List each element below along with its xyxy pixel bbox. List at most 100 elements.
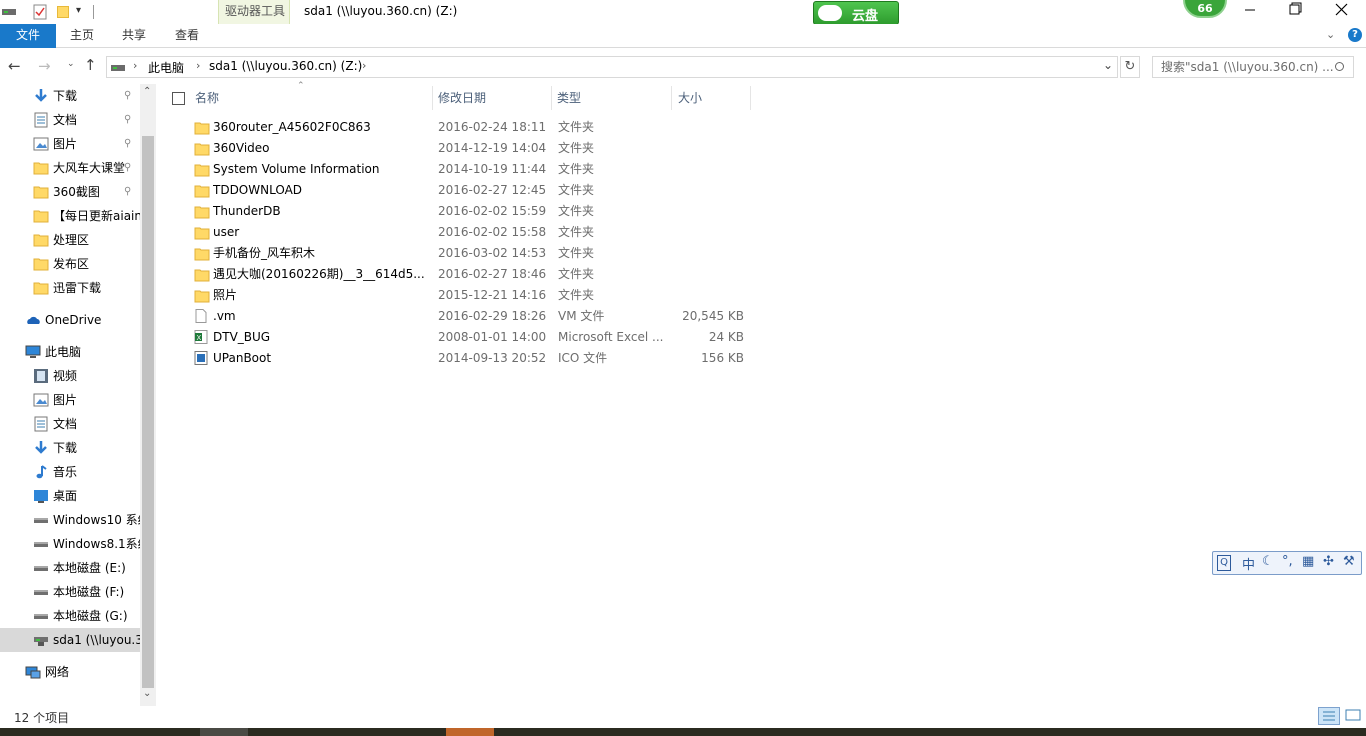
nav-item[interactable]: 【每日更新aiain bbox=[0, 204, 140, 228]
nav-item[interactable]: 360截图 ⚲ bbox=[0, 180, 140, 204]
new-folder-icon[interactable] bbox=[57, 6, 69, 18]
file-row[interactable]: user 2016-02-02 15:58 文件夹 bbox=[190, 222, 760, 243]
file-row[interactable]: 遇见大咖(20160226期)__3__614d5... 2016-02-27 1… bbox=[190, 264, 760, 285]
ribbon-expand-icon[interactable]: ⌄ bbox=[1326, 28, 1335, 41]
details-view-button[interactable] bbox=[1318, 707, 1340, 725]
help-icon[interactable]: ? bbox=[1348, 28, 1362, 42]
file-name: 手机备份_风车积木 bbox=[213, 246, 316, 260]
nav-item[interactable]: Windows10 系统 bbox=[0, 508, 140, 532]
address-bar[interactable]: › 此电脑 › sda1 (\\luyou.360.cn) (Z:) › ⌄ bbox=[106, 56, 1118, 78]
address-dropdown-icon[interactable]: ⌄ bbox=[1103, 58, 1113, 72]
column-header-type[interactable]: 类型 bbox=[557, 84, 581, 112]
file-row[interactable]: .vm 2016-02-29 18:26 VM 文件 20,545 KB bbox=[190, 306, 760, 327]
up-button[interactable]: ↑ bbox=[84, 56, 102, 76]
nav-item[interactable]: 大风车大课堂 ⚲ bbox=[0, 156, 140, 180]
scroll-up-icon[interactable]: ⌃ bbox=[143, 86, 151, 97]
nav-item[interactable]: 发布区 bbox=[0, 252, 140, 276]
tab-home[interactable]: 主页 bbox=[60, 24, 104, 48]
nav-item[interactable]: 本地磁盘 (G:) bbox=[0, 604, 140, 628]
nav-item[interactable]: 图片 bbox=[0, 388, 140, 412]
tools-icon[interactable]: ✣ bbox=[1323, 554, 1334, 569]
select-all-checkbox[interactable] bbox=[172, 92, 185, 105]
search-input[interactable]: 搜索"sda1 (\\luyou.360.cn) ... bbox=[1152, 56, 1354, 78]
file-row[interactable]: 360Video 2014-12-19 14:04 文件夹 bbox=[190, 138, 760, 159]
breadcrumb-sda1[interactable]: sda1 (\\luyou.360.cn) (Z:) bbox=[209, 59, 362, 73]
cloud-disk-button[interactable]: 云盘 bbox=[813, 1, 899, 25]
column-divider[interactable] bbox=[671, 86, 672, 110]
file-row[interactable]: 手机备份_风车积木 2016-03-02 14:53 文件夹 bbox=[190, 243, 760, 264]
nav-item[interactable]: 本地磁盘 (F:) bbox=[0, 580, 140, 604]
nav-item[interactable]: 音乐 bbox=[0, 460, 140, 484]
recent-locations-icon[interactable]: ⌄ bbox=[67, 59, 75, 69]
nav-item[interactable]: 文档 ⚲ bbox=[0, 108, 140, 132]
refresh-button[interactable]: ↻ bbox=[1120, 56, 1140, 78]
chevron-right-icon[interactable]: › bbox=[133, 59, 137, 72]
nav-scrollbar[interactable]: ⌃ ⌄ bbox=[140, 84, 156, 706]
minimize-button[interactable] bbox=[1228, 0, 1272, 24]
maximize-button[interactable] bbox=[1272, 0, 1318, 24]
nav-item[interactable]: 本地磁盘 (E:) bbox=[0, 556, 140, 580]
quick-access-dropdown-icon[interactable]: ▾ bbox=[76, 5, 81, 16]
breadcrumb-this-pc[interactable]: 此电脑 bbox=[148, 59, 184, 76]
nav-scroll-thumb[interactable] bbox=[142, 136, 154, 688]
file-type: 文件夹 bbox=[558, 120, 595, 134]
nav-item[interactable]: 文档 bbox=[0, 412, 140, 436]
ime-toolbar[interactable]: Q 中 ☾ °, ▦ ✣ ⚒ bbox=[1212, 551, 1362, 575]
file-row[interactable]: UPanBoot 2014-09-13 20:52 ICO 文件 156 KB bbox=[190, 348, 760, 369]
nav-item[interactable]: 处理区 bbox=[0, 228, 140, 252]
properties-icon[interactable] bbox=[33, 4, 47, 20]
column-divider[interactable] bbox=[432, 86, 433, 110]
notification-badge[interactable]: 66 bbox=[1183, 0, 1227, 18]
pin-icon[interactable]: ⚲ bbox=[124, 156, 131, 180]
column-header-date[interactable]: 修改日期 bbox=[438, 84, 486, 112]
file-row[interactable]: X DTV_BUG 2008-01-01 14:00 Microsoft Excel … bbox=[190, 327, 760, 348]
column-header-size[interactable]: 大小 bbox=[678, 84, 702, 112]
file-name: ThunderDB bbox=[213, 204, 281, 218]
close-button[interactable] bbox=[1318, 0, 1366, 24]
folder-icon bbox=[194, 267, 210, 283]
column-divider[interactable] bbox=[750, 86, 751, 110]
chevron-right-icon[interactable]: › bbox=[196, 59, 200, 72]
pin-icon[interactable]: ⚲ bbox=[124, 180, 131, 204]
nav-item[interactable]: 桌面 bbox=[0, 484, 140, 508]
nav-item[interactable]: 迅雷下载 bbox=[0, 276, 140, 300]
nav-item[interactable]: OneDrive bbox=[0, 308, 140, 332]
ime-logo-icon[interactable]: Q bbox=[1217, 555, 1231, 571]
forward-button[interactable]: → bbox=[38, 57, 60, 77]
nav-item[interactable]: 图片 ⚲ bbox=[0, 132, 140, 156]
address-row: ← → ⌄ ↑ › 此电脑 › sda1 (\\luyou.360.cn) (Z… bbox=[0, 52, 1366, 82]
nav-item[interactable]: 下载 ⚲ bbox=[0, 84, 140, 108]
tab-file[interactable]: 文件 bbox=[0, 24, 56, 48]
punctuation-icon[interactable]: °, bbox=[1282, 554, 1293, 569]
nav-item[interactable]: 此电脑 bbox=[0, 340, 140, 364]
scroll-down-icon[interactable]: ⌄ bbox=[143, 688, 151, 699]
pin-icon[interactable]: ⚲ bbox=[124, 108, 131, 132]
file-row[interactable]: System Volume Information 2014-10-19 11:4… bbox=[190, 159, 760, 180]
pin-icon[interactable]: ⚲ bbox=[124, 84, 131, 108]
taskbar-item[interactable] bbox=[446, 728, 494, 736]
nav-item[interactable]: 下载 bbox=[0, 436, 140, 460]
file-row[interactable]: ThunderDB 2016-02-02 15:59 文件夹 bbox=[190, 201, 760, 222]
pin-icon[interactable]: ⚲ bbox=[124, 132, 131, 156]
moon-icon[interactable]: ☾ bbox=[1262, 554, 1274, 569]
column-header-name[interactable]: 名称 bbox=[195, 84, 219, 112]
back-button[interactable]: ← bbox=[8, 57, 30, 77]
column-divider[interactable] bbox=[551, 86, 552, 110]
large-icons-view-button[interactable] bbox=[1343, 707, 1363, 725]
wrench-icon[interactable]: ⚒ bbox=[1343, 554, 1355, 569]
keyboard-icon[interactable]: ▦ bbox=[1302, 554, 1314, 569]
taskbar-item[interactable] bbox=[200, 728, 248, 736]
status-bar: 12 个项目 bbox=[0, 706, 1366, 728]
nav-item[interactable]: Windows8.1系统 bbox=[0, 532, 140, 556]
nav-item[interactable]: 网络 bbox=[0, 660, 140, 684]
title-bar: ▾ 驱动器工具 管理 sda1 (\\luyou.360.cn) (Z:) 云盘… bbox=[0, 0, 1366, 48]
ime-mode-label[interactable]: 中 bbox=[1242, 554, 1255, 573]
chevron-right-icon[interactable]: › bbox=[362, 59, 366, 72]
file-row[interactable]: 照片 2015-12-21 14:16 文件夹 bbox=[190, 285, 760, 306]
nav-item[interactable]: sda1 (\\luyou.360.cn) (Z:) bbox=[0, 628, 140, 652]
file-row[interactable]: TDDOWNLOAD 2016-02-27 12:45 文件夹 bbox=[190, 180, 760, 201]
tab-view[interactable]: 查看 bbox=[165, 24, 209, 48]
nav-item[interactable]: 视频 bbox=[0, 364, 140, 388]
tab-share[interactable]: 共享 bbox=[112, 24, 156, 48]
file-row[interactable]: 360router_A45602F0C863 2016-02-24 18:11 文件… bbox=[190, 117, 760, 138]
